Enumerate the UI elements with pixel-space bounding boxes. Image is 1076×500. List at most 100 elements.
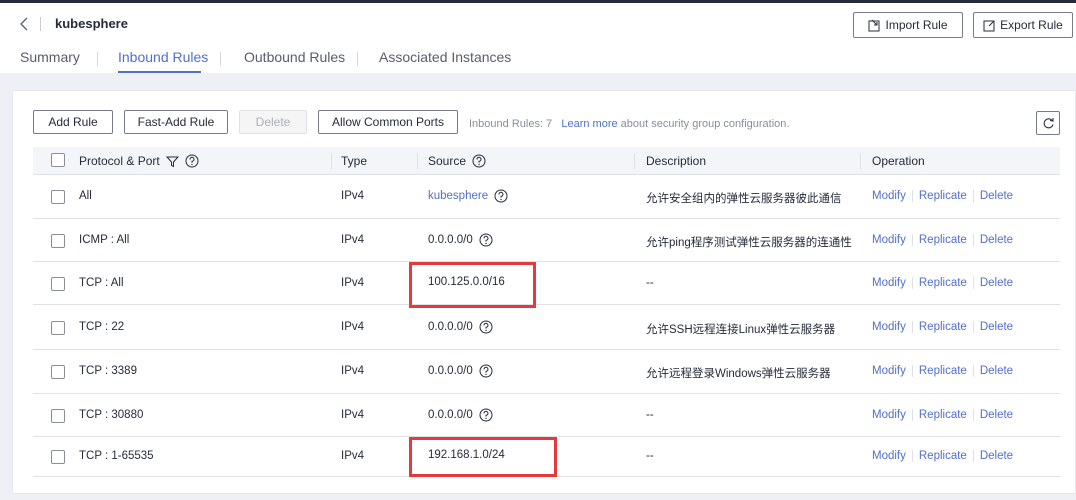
modify-link[interactable]: Modify	[872, 450, 906, 462]
row-checkbox[interactable]	[51, 409, 65, 423]
operation-cell: Modify Replicate Delete	[872, 409, 1013, 421]
delete-link[interactable]: Delete	[980, 409, 1013, 421]
refresh-icon	[1043, 117, 1054, 128]
delete-link[interactable]: Delete	[980, 234, 1013, 246]
modify-link[interactable]: Modify	[872, 409, 906, 421]
export-rule-label: Export Rule	[1000, 18, 1063, 32]
help-icon[interactable]	[479, 364, 493, 378]
tab-divider	[357, 52, 358, 66]
operation-cell: Modify Replicate Delete	[872, 321, 1013, 333]
delete-link[interactable]: Delete	[980, 321, 1013, 333]
row-checkbox[interactable]	[51, 190, 65, 204]
operation-cell: Modify Replicate Delete	[872, 190, 1013, 202]
replicate-link[interactable]: Replicate	[919, 409, 967, 421]
tab-associated-instances[interactable]: Associated Instances	[379, 49, 511, 73]
op-divider	[911, 450, 913, 462]
rules-info-text: Inbound Rules: 7 Learn more about securi…	[469, 118, 789, 130]
row-checkbox[interactable]	[51, 365, 65, 379]
replicate-link[interactable]: Replicate	[919, 234, 967, 246]
op-divider	[972, 321, 974, 333]
source-cell: 0.0.0.0/0	[428, 320, 493, 334]
filter-icon[interactable]	[165, 155, 179, 168]
modify-link[interactable]: Modify	[872, 365, 906, 377]
modify-link[interactable]: Modify	[872, 321, 906, 333]
protocol-port-cell: ICMP : All	[79, 234, 130, 246]
help-icon[interactable]	[472, 154, 486, 168]
type-cell: IPv4	[341, 234, 365, 246]
select-all-checkbox[interactable]	[51, 153, 65, 167]
source-value: 100.125.0.0/16	[428, 276, 505, 288]
fast-add-rule-button[interactable]: Fast-Add Rule	[124, 110, 228, 134]
type-cell: IPv4	[341, 321, 365, 333]
modify-link[interactable]: Modify	[872, 277, 906, 289]
rules-panel: Add Rule Fast-Add Rule Delete Allow Comm…	[12, 90, 1076, 494]
row-checkbox[interactable]	[51, 234, 65, 248]
delete-button[interactable]: Delete	[239, 110, 307, 134]
source-value: 192.168.1.0/24	[428, 449, 505, 461]
back-button[interactable]	[14, 14, 34, 34]
type-cell: IPv4	[341, 190, 365, 202]
delete-link[interactable]: Delete	[980, 190, 1013, 202]
rules-count: Inbound Rules: 7	[469, 118, 553, 130]
type-cell: IPv4	[341, 409, 365, 421]
active-tab-indicator	[118, 71, 201, 73]
table-row: TCP : All IPv4 100.125.0.0/16 -- Modify Repli…	[33, 262, 1060, 305]
tab-divider	[220, 52, 221, 66]
type-cell: IPv4	[341, 277, 365, 289]
help-icon[interactable]	[185, 154, 199, 168]
source-value: 0.0.0.0/0	[428, 409, 473, 421]
table-row: ICMP : All IPv4 0.0.0.0/0 允许ping程序测试弹性云服务器的…	[33, 219, 1060, 262]
description-cell: --	[646, 450, 654, 462]
refresh-button[interactable]	[1036, 111, 1060, 135]
type-cell: IPv4	[341, 450, 365, 462]
modify-link[interactable]: Modify	[872, 234, 906, 246]
description-cell: 允许ping程序测试弹性云服务器的连通性	[646, 237, 852, 249]
help-icon[interactable]	[479, 233, 493, 247]
source-cell: 100.125.0.0/16	[428, 276, 505, 288]
tab-inbound-rules[interactable]: Inbound Rules	[118, 49, 208, 73]
delete-link[interactable]: Delete	[980, 277, 1013, 289]
description-cell: 允许远程登录Windows弹性云服务器	[646, 368, 831, 380]
column-type: Type	[341, 154, 368, 168]
operation-cell: Modify Replicate Delete	[872, 234, 1013, 246]
learn-more-link[interactable]: Learn more	[561, 118, 617, 130]
table-row: TCP : 3389 IPv4 0.0.0.0/0 允许远程登录Windows弹性云服…	[33, 350, 1060, 394]
tab-summary[interactable]: Summary	[20, 49, 80, 73]
description-cell: --	[646, 409, 654, 421]
replicate-link[interactable]: Replicate	[919, 321, 967, 333]
op-divider	[911, 277, 913, 289]
column-source: Source	[428, 154, 486, 168]
replicate-link[interactable]: Replicate	[919, 190, 967, 202]
replicate-link[interactable]: Replicate	[919, 365, 967, 377]
help-icon[interactable]	[479, 408, 493, 422]
modify-link[interactable]: Modify	[872, 190, 906, 202]
replicate-link[interactable]: Replicate	[919, 277, 967, 289]
source-value: 0.0.0.0/0	[428, 321, 473, 333]
row-checkbox[interactable]	[51, 321, 65, 335]
operation-cell: Modify Replicate Delete	[872, 277, 1013, 289]
replicate-link[interactable]: Replicate	[919, 450, 967, 462]
source-cell: 192.168.1.0/24	[428, 449, 505, 461]
table-header: Protocol & Port Type Source Description …	[33, 147, 1060, 175]
source-value[interactable]: kubesphere	[428, 190, 488, 202]
help-icon[interactable]	[494, 189, 508, 203]
delete-link[interactable]: Delete	[980, 365, 1013, 377]
source-cell[interactable]: kubesphere	[428, 189, 508, 203]
column-label: Protocol & Port	[79, 154, 160, 168]
protocol-port-cell: TCP : 22	[79, 321, 125, 333]
table-row: All IPv4 kubesphere 允许安全组内的弹性云服务器彼此通信 Modify…	[33, 175, 1060, 219]
add-rule-button[interactable]: Add Rule	[33, 110, 113, 134]
row-checkbox[interactable]	[51, 450, 65, 464]
tab-bar: Summary Inbound Rules Outbound Rules Ass…	[0, 49, 1076, 75]
description-cell: 允许SSH远程连接Linux弹性云服务器	[646, 324, 836, 336]
import-rule-button[interactable]: Import Rule	[853, 12, 963, 38]
tab-divider	[97, 52, 98, 66]
tab-outbound-rules[interactable]: Outbound Rules	[244, 49, 345, 73]
export-rule-button[interactable]: Export Rule	[973, 12, 1073, 38]
source-cell: 0.0.0.0/0	[428, 233, 493, 247]
row-checkbox[interactable]	[51, 277, 65, 291]
help-icon[interactable]	[479, 320, 493, 334]
source-value: 0.0.0.0/0	[428, 234, 473, 246]
delete-link[interactable]: Delete	[980, 450, 1013, 462]
allow-common-ports-button[interactable]: Allow Common Ports	[318, 110, 458, 134]
